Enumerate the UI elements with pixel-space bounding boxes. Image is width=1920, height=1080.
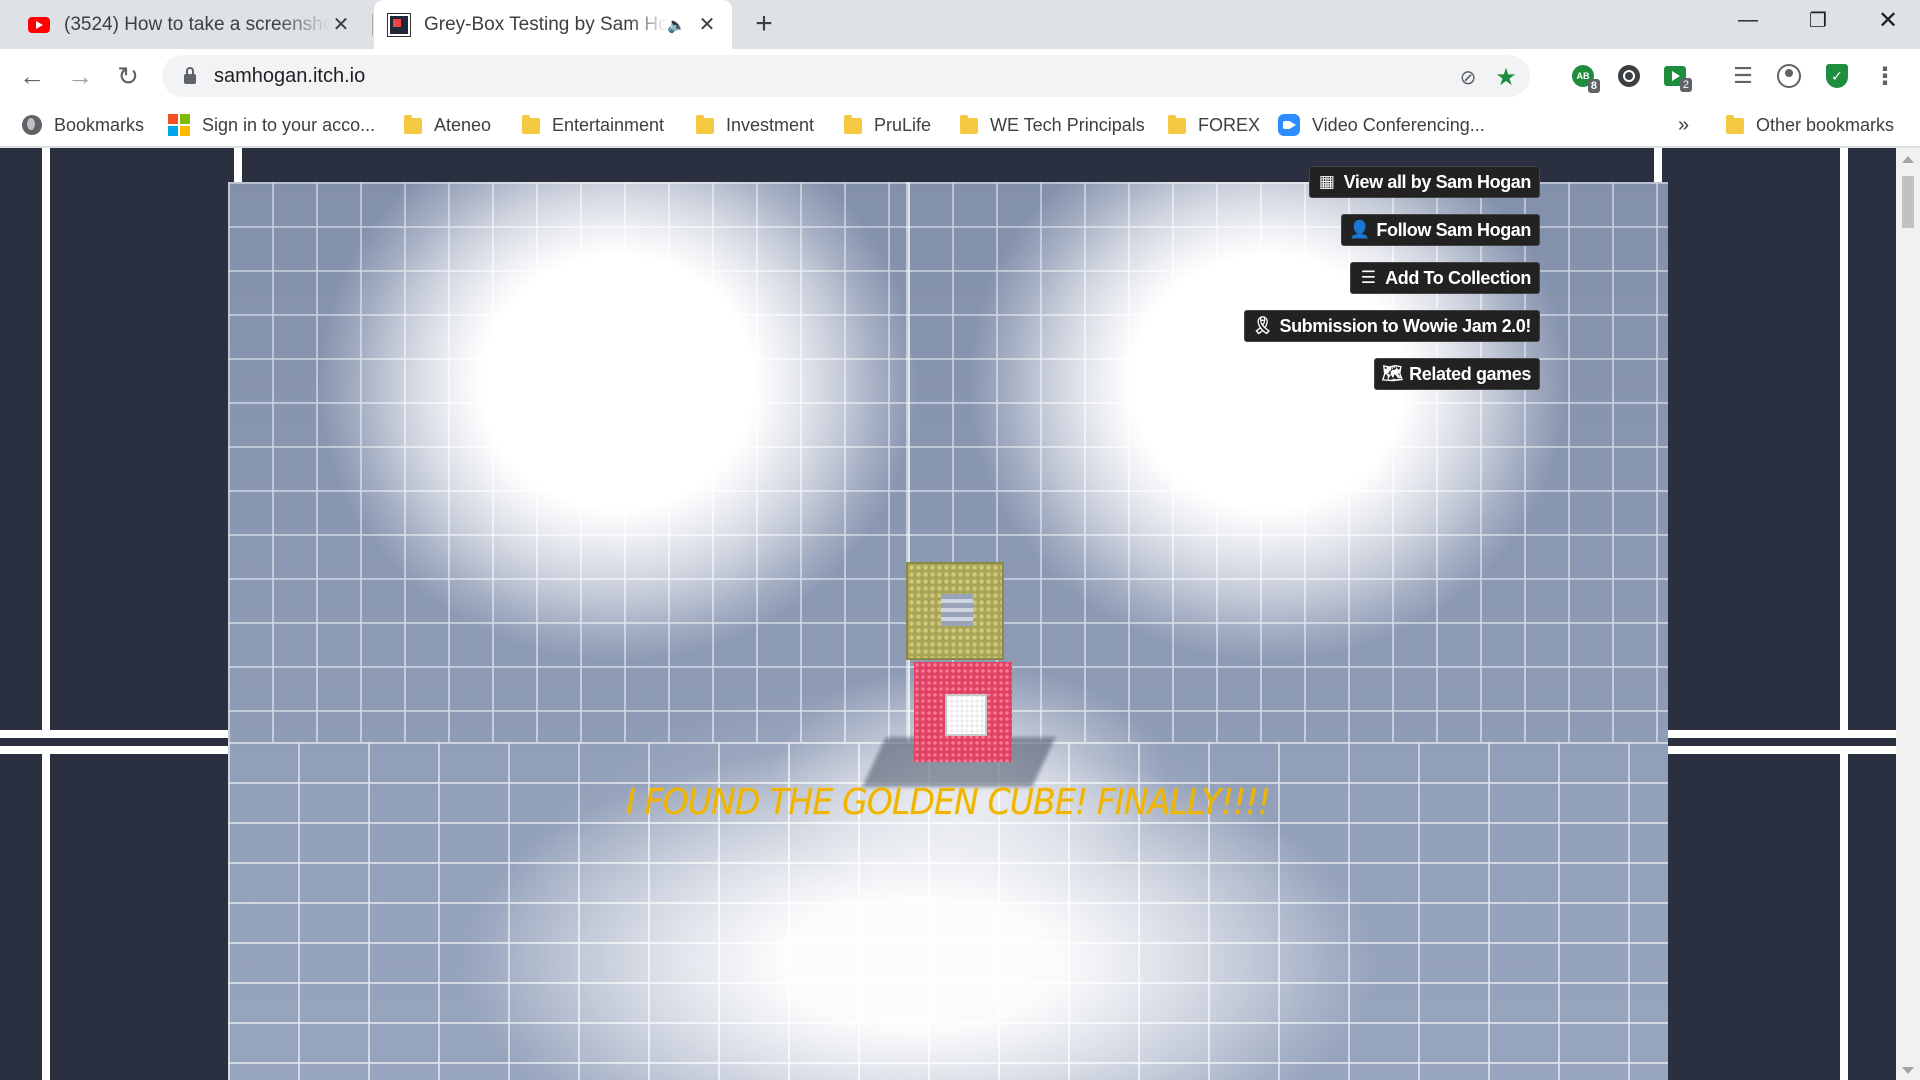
- scroll-up-arrow[interactable]: [1902, 156, 1914, 163]
- scroll-down-arrow[interactable]: [1902, 1067, 1914, 1074]
- speaker-icon[interactable]: 🔈: [667, 16, 686, 34]
- follow-button[interactable]: 👤 Follow Sam Hogan: [1341, 214, 1540, 246]
- youtube-icon: [28, 16, 50, 33]
- ab-extension-icon[interactable]: AB 8: [1568, 61, 1600, 93]
- award-icon: 🎗: [1251, 316, 1274, 335]
- close-icon[interactable]: ✕: [330, 14, 352, 36]
- bookmark-video-conferencing[interactable]: Video Conferencing...: [1278, 103, 1485, 147]
- profile-icon[interactable]: [1774, 61, 1804, 91]
- background-tile: [42, 148, 242, 738]
- tab-youtube[interactable]: (3524) How to take a screenshot ✕: [14, 0, 366, 49]
- folder-icon: [522, 115, 540, 134]
- forward-button[interactable]: →: [62, 58, 98, 94]
- tab-separator: [372, 14, 373, 36]
- related-games-button[interactable]: 🗺 Related games: [1374, 358, 1540, 390]
- itch-favicon: [387, 12, 411, 37]
- bookmark-entertainment[interactable]: Entertainment: [522, 103, 664, 147]
- tab-grey-box-testing[interactable]: Grey-Box Testing by Sam Hogan 🔈 ✕: [374, 0, 732, 49]
- microsoft-icon: [168, 114, 190, 136]
- minimize-button[interactable]: —: [1716, 0, 1780, 40]
- tab-title: Grey-Box Testing by Sam Hogan: [424, 13, 668, 35]
- bookmark-other[interactable]: Other bookmarks: [1726, 103, 1894, 147]
- menu-icon[interactable]: ⋮: [1870, 61, 1900, 91]
- page-scrollbar[interactable]: [1896, 148, 1920, 1080]
- background-tile: [1654, 746, 1848, 1080]
- bookmarks-overflow-button[interactable]: »: [1678, 103, 1689, 147]
- eye-slash-icon[interactable]: ⊘: [1455, 64, 1481, 90]
- background-tile: [42, 746, 242, 1080]
- background-tile: [1840, 746, 1896, 1080]
- reload-button[interactable]: ↻: [110, 58, 146, 94]
- play-extension-icon[interactable]: 2: [1660, 61, 1692, 92]
- store-icon: ▦: [1318, 172, 1335, 191]
- bookmark-prulife[interactable]: PruLife: [844, 103, 931, 147]
- reading-list-icon[interactable]: ☰: [1728, 61, 1758, 91]
- folder-icon: [960, 115, 978, 134]
- folder-icon: [1726, 115, 1744, 134]
- bookmarks-bar: Bookmarks Sign in to your acco... Ateneo…: [0, 103, 1920, 147]
- folder-icon: [1168, 115, 1186, 134]
- folder-icon: [404, 115, 422, 134]
- bookmark-investment[interactable]: Investment: [696, 103, 814, 147]
- golden-cube: [906, 562, 1004, 660]
- view-all-button[interactable]: ▦ View all by Sam Hogan: [1308, 166, 1540, 198]
- folder-icon: [844, 115, 862, 134]
- bookmark-sign-in[interactable]: Sign in to your acco...: [168, 103, 375, 147]
- close-icon[interactable]: ✕: [696, 14, 718, 36]
- itch-page: I FOUND THE GOLDEN CUBE! FINALLY!!!! ▦ V…: [0, 148, 1896, 1080]
- background-tile: [1840, 148, 1896, 738]
- folder-icon: [696, 115, 714, 134]
- user-plus-icon: 👤: [1349, 220, 1370, 239]
- shield-extension-icon[interactable]: ✓: [1822, 61, 1852, 91]
- jam-submission-button[interactable]: 🎗 Submission to Wowie Jam 2.0!: [1244, 310, 1540, 342]
- bookmark-bookmarks[interactable]: Bookmarks: [22, 103, 144, 147]
- lock-icon[interactable]: [184, 67, 196, 84]
- restore-button[interactable]: ❐: [1786, 0, 1850, 40]
- tab-strip: (3524) How to take a screenshot ✕ Grey-B…: [0, 0, 1920, 49]
- back-button[interactable]: ←: [14, 58, 50, 94]
- game-caption: I FOUND THE GOLDEN CUBE! FINALLY!!!!: [626, 782, 1271, 823]
- browser-toolbar: ← → ↻ samhogan.itch.io ⊘ ★ AB 8 2 ☰ ✓ ⋮: [0, 49, 1920, 103]
- window-close-button[interactable]: ✕: [1856, 0, 1920, 40]
- scroll-thumb[interactable]: [1902, 176, 1914, 228]
- add-to-collection-button[interactable]: ☰ Add To Collection: [1350, 262, 1540, 294]
- search-extension-icon[interactable]: [1614, 61, 1644, 91]
- star-icon[interactable]: ★: [1493, 64, 1519, 91]
- new-tab-button[interactable]: +: [748, 7, 780, 40]
- background-tile: [1654, 148, 1848, 738]
- url-text: samhogan.itch.io: [214, 64, 366, 87]
- zoom-icon: [1278, 114, 1300, 136]
- red-cube: [914, 662, 1012, 762]
- bookmark-forex[interactable]: FOREX: [1168, 103, 1260, 147]
- globe-icon: [22, 115, 42, 135]
- tab-title: (3524) How to take a screenshot: [64, 13, 330, 35]
- map-icon: 🗺: [1381, 364, 1404, 383]
- omnibox[interactable]: samhogan.itch.io ⊘ ★: [162, 55, 1530, 97]
- playlist-add-icon: ☰: [1360, 268, 1376, 287]
- bookmark-we-tech[interactable]: WE Tech Principals: [960, 103, 1145, 147]
- bookmark-ateneo[interactable]: Ateneo: [404, 103, 491, 147]
